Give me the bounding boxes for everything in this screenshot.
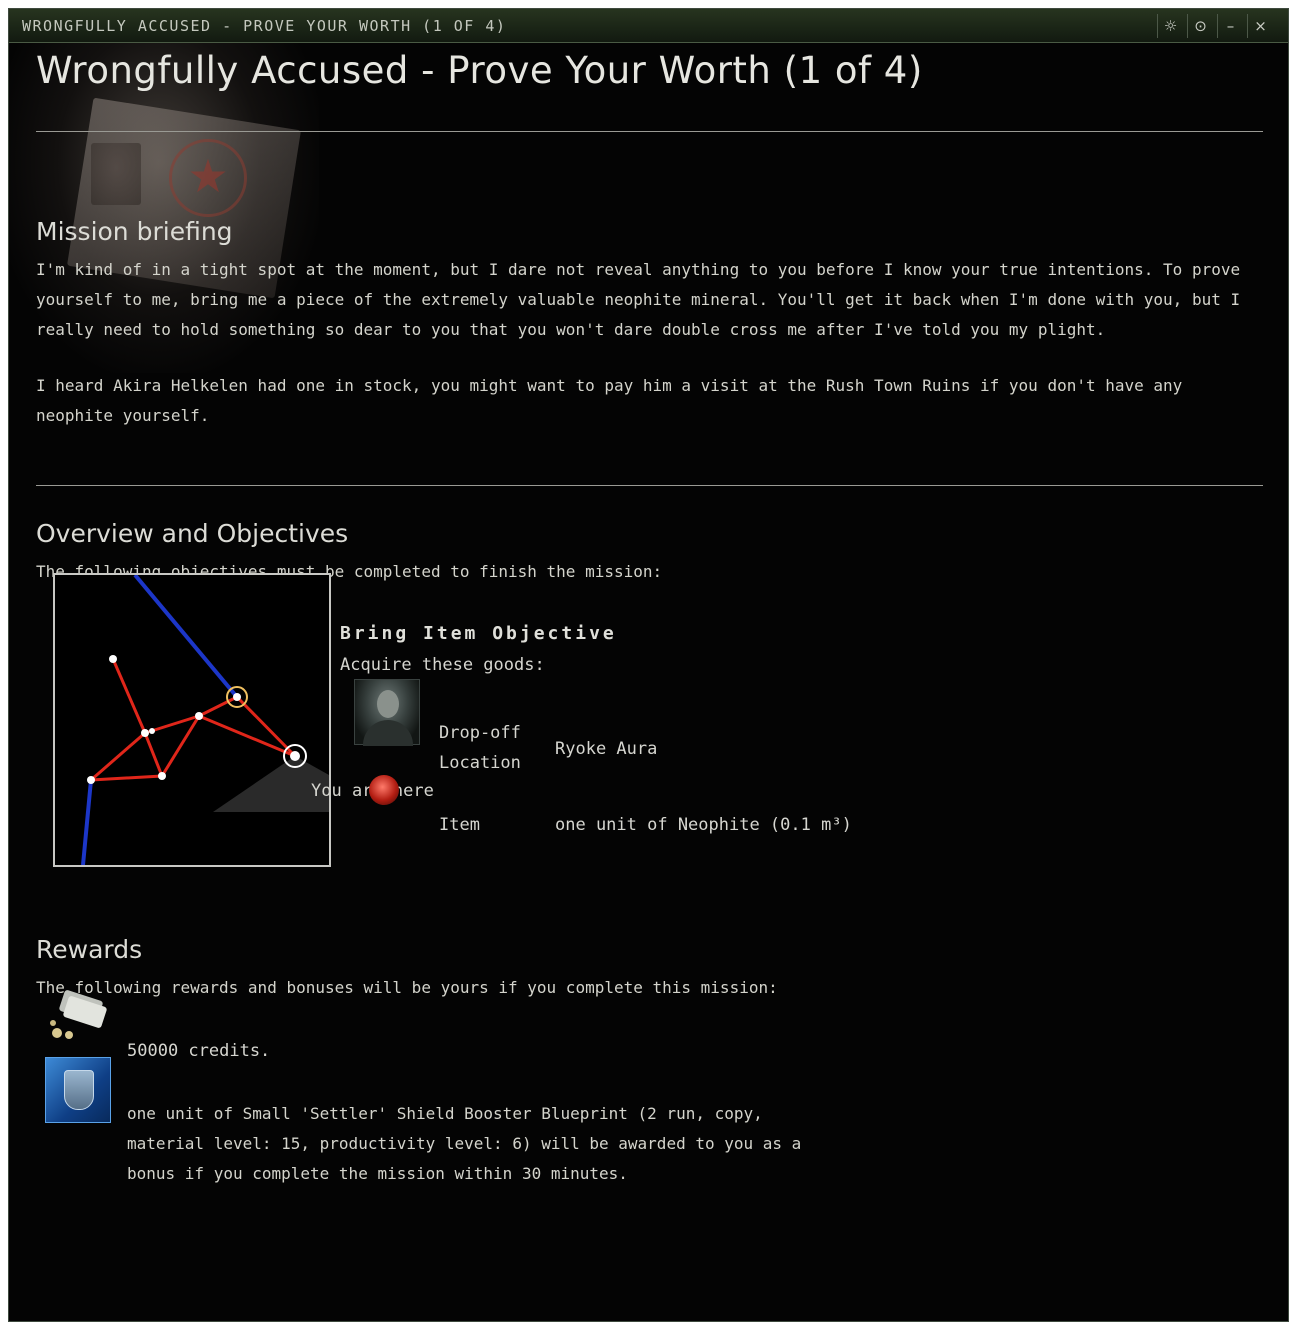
dropoff-label-line1: Drop-off xyxy=(439,723,521,743)
route-map-graphic xyxy=(81,575,329,865)
dropoff-location-link[interactable]: Ryoke Aura xyxy=(555,739,657,759)
settings-icon[interactable]: ☼ xyxy=(1157,14,1183,38)
system-node xyxy=(87,776,95,784)
window-titlebar[interactable]: WRONGFULLY ACCUSED - PROVE YOUR WORTH (1… xyxy=(9,9,1288,43)
path-blue-upper xyxy=(133,575,239,699)
close-button[interactable]: × xyxy=(1247,14,1273,38)
rewards-intro: The following rewards and bonuses will b… xyxy=(36,978,778,997)
red-star-emblem: ★ xyxy=(169,139,247,217)
shield-booster-blueprint-icon[interactable] xyxy=(45,1057,111,1123)
item-label: Item xyxy=(439,815,480,835)
item-value[interactable]: one unit of Neophite (0.1 m³) xyxy=(555,815,852,835)
system-node xyxy=(195,712,203,720)
system-node xyxy=(158,772,166,780)
briefing-paragraph-2: I heard Akira Helkelen had one in stock,… xyxy=(36,376,1183,425)
rewards-heading: Rewards xyxy=(36,935,143,964)
system-node xyxy=(109,655,117,663)
isk-credits-icon xyxy=(47,989,111,1041)
neophite-item-icon[interactable] xyxy=(369,775,399,805)
pin-icon[interactable]: ⊙ xyxy=(1187,14,1213,38)
briefing-heading: Mission briefing xyxy=(36,217,233,246)
id-card-photo xyxy=(91,143,141,205)
path-blue-lower xyxy=(81,779,93,865)
system-node xyxy=(149,728,155,734)
objective-title: Bring Item Objective xyxy=(340,623,617,644)
system-node xyxy=(141,729,149,737)
objective-subtitle: Acquire these goods: xyxy=(340,655,545,675)
briefing-paragraph-1: I'm kind of in a tight spot at the momen… xyxy=(36,260,1241,339)
minimize-button[interactable]: – xyxy=(1217,14,1243,38)
section-divider xyxy=(36,485,1263,486)
route-map[interactable] xyxy=(53,573,331,867)
overview-heading: Overview and Objectives xyxy=(36,519,349,548)
dropoff-label-line2: Location xyxy=(439,753,521,773)
credits-reward: 50000 credits. xyxy=(127,1041,271,1061)
system-node xyxy=(290,751,300,761)
bonus-reward: one unit of Small 'Settler' Shield Boost… xyxy=(127,1104,802,1183)
title-divider xyxy=(36,131,1263,132)
agent-portrait[interactable] xyxy=(354,679,420,746)
route-lines xyxy=(90,658,297,782)
window-title: WRONGFULLY ACCUSED - PROVE YOUR WORTH (1… xyxy=(22,17,507,35)
system-node xyxy=(233,693,241,701)
page-title: Wrongfully Accused - Prove Your Worth (1… xyxy=(36,49,923,92)
mission-window: WRONGFULLY ACCUSED - PROVE YOUR WORTH (1… xyxy=(8,8,1289,1322)
